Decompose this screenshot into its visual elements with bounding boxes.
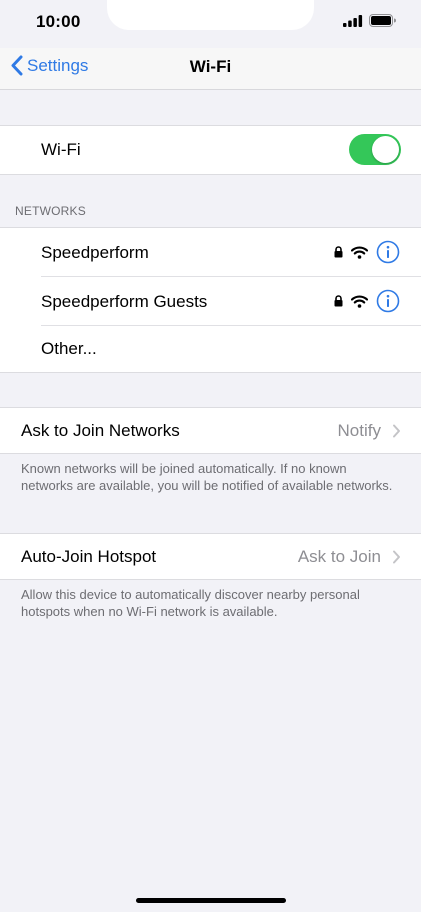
network-name: Speedperform Guests xyxy=(41,291,208,311)
navigation-bar: Settings Wi-Fi xyxy=(0,48,421,90)
ask-to-join-row[interactable]: Ask to Join Networks Notify xyxy=(0,408,421,453)
auto-join-hotspot-label: Auto-Join Hotspot xyxy=(21,546,157,566)
page-title: Wi-Fi xyxy=(189,57,232,76)
ask-to-join-label: Ask to Join Networks xyxy=(21,420,180,440)
device-notch xyxy=(107,0,314,30)
chevron-right-icon xyxy=(393,424,400,438)
ask-to-join-group: Ask to Join Networks Notify xyxy=(0,407,421,454)
wifi-toggle-row: Wi-Fi xyxy=(0,126,421,174)
battery-icon xyxy=(369,14,396,32)
home-indicator[interactable] xyxy=(136,898,286,903)
info-icon[interactable] xyxy=(376,240,400,264)
wifi-toggle-group: Wi-Fi xyxy=(0,125,421,175)
wifi-toggle[interactable] xyxy=(349,134,401,165)
other-network-label: Other... xyxy=(41,339,97,358)
auto-join-hotspot-row[interactable]: Auto-Join Hotspot Ask to Join xyxy=(0,534,421,579)
networks-list: Speedperform Speedperform Guests Other..… xyxy=(0,227,421,373)
status-icons xyxy=(343,14,396,32)
lock-icon xyxy=(334,295,343,307)
network-row-speedperform[interactable]: Speedperform xyxy=(0,228,421,277)
wifi-icon xyxy=(351,245,368,259)
network-row-other[interactable]: Other... xyxy=(0,326,421,372)
wifi-label: Wi-Fi xyxy=(41,140,81,159)
auto-join-hotspot-value: Ask to Join xyxy=(297,546,381,566)
lock-icon xyxy=(334,246,343,258)
wifi-icon xyxy=(351,294,368,308)
ask-to-join-footnote: Known networks will be joined automatica… xyxy=(21,461,393,493)
ask-to-join-value: Notify xyxy=(337,420,381,440)
auto-join-hotspot-group: Auto-Join Hotspot Ask to Join xyxy=(0,533,421,580)
info-icon[interactable] xyxy=(376,289,400,313)
auto-join-hotspot-footnote: Allow this device to automatically disco… xyxy=(21,587,360,619)
status-time: 10:00 xyxy=(36,12,81,31)
status-bar: 10:00 xyxy=(0,0,421,48)
toggle-knob xyxy=(372,136,399,163)
networks-header: NETWORKS xyxy=(15,204,86,218)
chevron-right-icon xyxy=(393,550,400,564)
signal-bars-icon xyxy=(343,14,363,32)
network-row-speedperform-guests[interactable]: Speedperform Guests xyxy=(0,277,421,326)
network-name: Speedperform xyxy=(41,242,149,262)
